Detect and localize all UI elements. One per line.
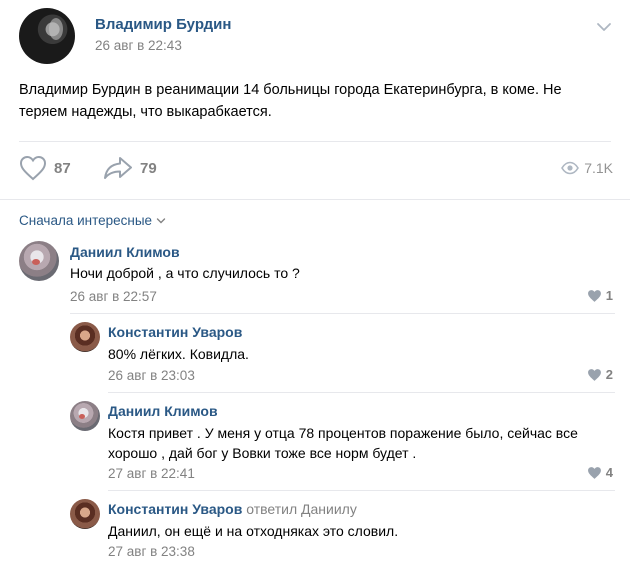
comment: Даниил Климов Ночи доброй , а что случил… bbox=[19, 241, 615, 305]
comment-like-count: 2 bbox=[605, 367, 613, 382]
comment-reply: Даниил Климов Костя привет . У меня у от… bbox=[70, 401, 615, 485]
author-avatar[interactable] bbox=[19, 8, 75, 64]
comment-author[interactable]: Константин Уваров bbox=[108, 324, 242, 340]
commenter-avatar[interactable] bbox=[70, 499, 100, 529]
heart-icon bbox=[587, 368, 601, 381]
comment-reply: Константин Уваров ответил Даниилу Даниил… bbox=[70, 499, 615, 563]
post-author-name[interactable]: Владимир Бурдин bbox=[95, 16, 231, 33]
comment-date[interactable]: 27 авг в 23:38 bbox=[108, 544, 195, 559]
like-button[interactable]: 87 bbox=[19, 154, 71, 182]
sort-label: Сначала интересные bbox=[19, 213, 153, 228]
like-count: 87 bbox=[54, 159, 71, 177]
comment-text: Даниил, он ещё и на отходняках это слови… bbox=[108, 523, 399, 539]
comment-author[interactable]: Даниил Климов bbox=[108, 403, 218, 419]
views-counter: 7.1K bbox=[561, 154, 613, 182]
comment-author[interactable]: Константин Уваров ответил Даниилу bbox=[108, 501, 357, 517]
post-menu-button[interactable] bbox=[595, 18, 613, 36]
divider bbox=[108, 392, 615, 393]
comment-text: 80% лёгких. Ковидла. bbox=[108, 346, 249, 362]
divider bbox=[108, 490, 615, 491]
heart-icon bbox=[587, 466, 601, 479]
post-actions: 87 79 7.1K bbox=[19, 154, 615, 182]
commenter-avatar[interactable] bbox=[70, 322, 100, 352]
commenter-avatar[interactable] bbox=[70, 401, 100, 431]
comment-author[interactable]: Даниил Климов bbox=[70, 244, 180, 260]
views-count: 7.1K bbox=[584, 160, 613, 176]
comment-like-button[interactable]: 4 bbox=[587, 465, 613, 480]
commenter-avatar[interactable] bbox=[19, 241, 59, 281]
comment-like-count: 1 bbox=[605, 288, 613, 303]
share-arrow-icon bbox=[104, 157, 132, 179]
divider bbox=[0, 199, 630, 200]
divider bbox=[19, 141, 611, 142]
comment-date[interactable]: 26 авг в 23:03 bbox=[108, 368, 195, 383]
comment-like-button[interactable]: 2 bbox=[587, 367, 613, 382]
comment-text: Костя привет . У меня у отца 78 проценто… bbox=[108, 425, 578, 461]
comment-author-name[interactable]: Константин Уваров bbox=[108, 501, 242, 517]
share-count: 79 bbox=[140, 159, 157, 177]
heart-icon bbox=[19, 155, 47, 181]
post-text: Владимир Бурдин в реанимации 14 больницы… bbox=[19, 82, 562, 120]
comment-text: Ночи доброй , а что случилось то ? bbox=[70, 265, 300, 281]
post-header: Владимир Бурдин 26 авг в 22:43 bbox=[19, 8, 619, 64]
comment-date[interactable]: 27 авг в 22:41 bbox=[108, 466, 195, 481]
divider bbox=[70, 313, 615, 314]
share-button[interactable]: 79 bbox=[103, 154, 157, 182]
comments-sort-dropdown[interactable]: Сначала интересные bbox=[19, 213, 166, 228]
comment-like-count: 4 bbox=[605, 465, 613, 480]
comment-date[interactable]: 26 авг в 22:57 bbox=[70, 289, 157, 304]
chevron-down-icon bbox=[597, 23, 611, 31]
heart-icon bbox=[587, 289, 601, 302]
chevron-down-icon bbox=[156, 217, 166, 223]
comment-like-button[interactable]: 1 bbox=[587, 288, 613, 303]
comment-reply: Константин Уваров 80% лёгких. Ковидла. 2… bbox=[70, 322, 615, 386]
replied-to-label[interactable]: ответил Даниилу bbox=[246, 501, 357, 517]
post-date[interactable]: 26 авг в 22:43 bbox=[95, 38, 182, 53]
eye-icon bbox=[561, 161, 580, 175]
